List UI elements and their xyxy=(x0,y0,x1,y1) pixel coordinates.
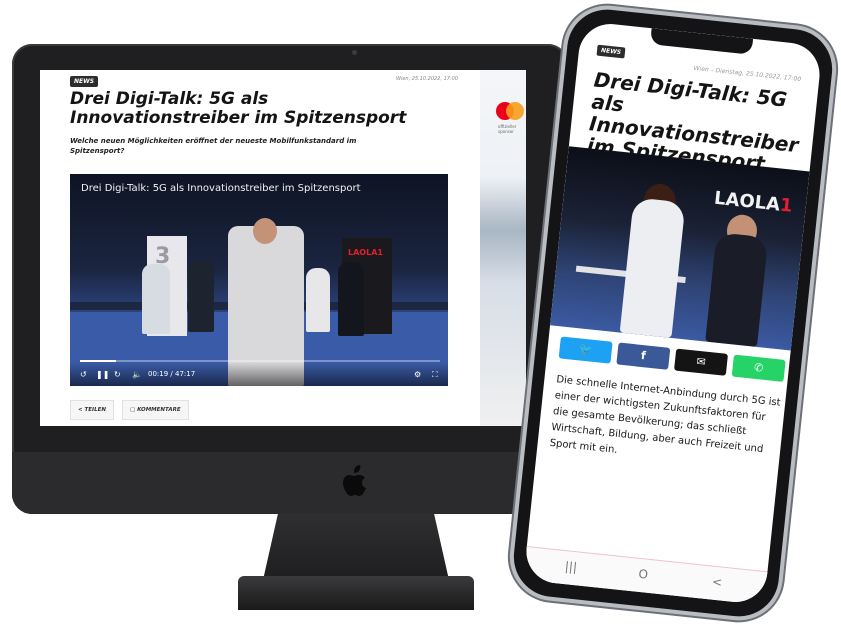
article-subtitle: Welche neuen Möglichkeiten eröffnet der … xyxy=(70,137,357,155)
phone-notch xyxy=(649,28,754,55)
comments-button[interactable]: ▢ KOMMENTARE xyxy=(122,400,189,420)
settings-icon[interactable]: ⚙ xyxy=(414,370,421,379)
whatsapp-icon: ✆ xyxy=(753,360,765,375)
mobile-article-photo: LAOLA1 xyxy=(550,146,810,351)
banner-right-text: LAOLA1 xyxy=(348,248,383,257)
twitter-icon: 🐦 xyxy=(578,342,594,357)
desktop-screen: NEWS Wien, 25.10.2022, 17:00 Drei Digi-T… xyxy=(40,70,526,426)
email-icon: ✉ xyxy=(695,354,707,369)
email-share-button[interactable]: ✉ xyxy=(674,348,729,376)
mobile-article-body: Die schnelle Internet-Anbindung durch 5G… xyxy=(549,374,782,456)
rewind-icon[interactable]: ↺ xyxy=(80,370,87,379)
photo-person xyxy=(619,197,686,338)
fullscreen-icon[interactable]: ⛶ xyxy=(432,370,438,380)
smartphone: NEWS Wien – Dienstag, 25.10.2022, 17:00 … xyxy=(476,1,841,625)
back-icon[interactable]: < xyxy=(711,575,722,590)
twitter-share-button[interactable]: 🐦 xyxy=(558,336,613,364)
video-person xyxy=(188,260,214,332)
facebook-share-button[interactable]: f xyxy=(616,342,671,370)
video-progress-fill xyxy=(80,360,116,362)
imac-camera xyxy=(352,50,357,55)
share-label: TEILEN xyxy=(84,407,106,413)
comments-label: KOMMENTARE xyxy=(137,407,181,413)
video-player[interactable]: 3 LAOLA1 Drei Digi-Talk: 5G als Innovati… xyxy=(70,174,448,386)
video-time-separator: / xyxy=(170,370,173,378)
comment-icon: ▢ xyxy=(130,407,136,413)
apple-logo-icon xyxy=(343,465,366,496)
photo-banner-text: LAOLA1 xyxy=(713,187,794,217)
video-controls-bar xyxy=(70,362,448,386)
news-badge: NEWS xyxy=(70,76,99,87)
share-icon: < xyxy=(78,407,83,413)
android-nav-bar: ||| O < xyxy=(523,545,768,606)
recent-apps-icon[interactable]: ||| xyxy=(564,559,578,574)
mobile-news-badge: NEWS xyxy=(596,44,626,59)
whatsapp-share-button[interactable]: ✆ xyxy=(731,354,786,382)
imac-stand-foot xyxy=(238,576,474,610)
photo-person xyxy=(705,232,769,347)
facebook-icon: f xyxy=(640,348,647,363)
video-presenter-head xyxy=(253,218,277,244)
phone-frame: NEWS Wien – Dienstag, 25.10.2022, 17:00 … xyxy=(505,1,841,625)
forward-icon[interactable]: ↻ xyxy=(114,370,121,379)
phone-screen: NEWS Wien – Dienstag, 25.10.2022, 17:00 … xyxy=(523,20,823,606)
video-duration: 47:17 xyxy=(175,370,196,378)
article-date: Wien, 25.10.2022, 17:00 xyxy=(396,76,458,82)
home-icon[interactable]: O xyxy=(638,567,649,582)
imac-stand xyxy=(263,514,449,580)
volume-icon[interactable]: 🔈 xyxy=(132,370,142,379)
video-time: 00:19 / 47:17 xyxy=(148,370,195,378)
video-person xyxy=(338,262,364,336)
video-current-time: 00:19 xyxy=(148,370,169,378)
video-person xyxy=(142,264,170,334)
video-title: Drei Digi-Talk: 5G als Innovationstreibe… xyxy=(81,183,361,194)
pause-icon[interactable]: ❚❚ xyxy=(96,370,109,379)
share-button[interactable]: < TEILEN xyxy=(70,400,114,420)
video-person xyxy=(306,268,330,332)
video-progress-bar[interactable] xyxy=(80,360,440,362)
article-title: Drei Digi-Talk: 5G als Innovationstreibe… xyxy=(70,89,407,128)
